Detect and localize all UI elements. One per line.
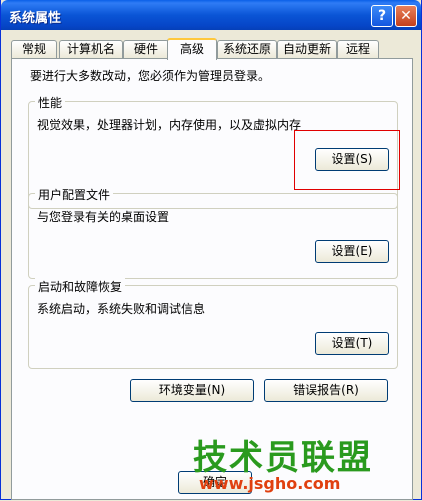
close-button[interactable]: ✕ <box>395 5 417 27</box>
user-profiles-settings-button[interactable]: 设置(E) <box>315 240 389 263</box>
highlight-annotation <box>294 130 400 190</box>
system-properties-window: 系统属性 ? ✕ 常规 计算机名 硬件 高级 系统还原 自动更新 远程 要进行大… <box>0 0 422 500</box>
help-button[interactable]: ? <box>371 5 393 27</box>
startup-recovery-group-title: 启动和故障恢复 <box>35 278 126 295</box>
watermark-url: www.jsgho.com <box>199 474 341 493</box>
startup-recovery-description: 系统启动，系统失败和调试信息 <box>37 302 206 316</box>
title-bar[interactable]: 系统属性 ? ✕ <box>1 0 421 30</box>
performance-description: 视觉效果，处理器计划，内存使用，以及虚拟内存 <box>37 118 302 132</box>
admin-notice: 要进行大多数改动，您必须作为管理员登录。 <box>30 69 271 83</box>
tab-advanced[interactable]: 高级 <box>167 38 217 60</box>
site-watermark: 技术员联盟 www.jsgho.com <box>193 430 419 498</box>
user-profiles-group: 用户配置文件 与您登录有关的桌面设置 设置(E) <box>28 186 398 279</box>
startup-recovery-group: 启动和故障恢复 系统启动，系统失败和调试信息 设置(T) <box>28 278 398 369</box>
window-title: 系统属性 <box>9 11 62 26</box>
tab-system-restore[interactable]: 系统还原 <box>217 40 277 58</box>
startup-recovery-settings-button[interactable]: 设置(T) <box>315 332 389 355</box>
user-profiles-description: 与您登录有关的桌面设置 <box>37 210 170 224</box>
tab-strip: 常规 计算机名 硬件 高级 系统还原 自动更新 远程 <box>11 38 413 60</box>
tab-remote[interactable]: 远程 <box>337 40 379 58</box>
error-reporting-button[interactable]: 错误报告(R) <box>264 379 388 402</box>
tab-computer-name[interactable]: 计算机名 <box>59 40 123 58</box>
tab-general[interactable]: 常规 <box>11 40 57 58</box>
watermark-logo-text: 技术员联盟 <box>193 438 373 478</box>
tab-automatic-updates[interactable]: 自动更新 <box>277 40 337 58</box>
performance-group-title: 性能 <box>35 94 66 111</box>
environment-variables-button[interactable]: 环境变量(N) <box>130 379 254 402</box>
tab-hardware[interactable]: 硬件 <box>123 40 169 58</box>
user-profiles-group-title: 用户配置文件 <box>35 186 114 203</box>
